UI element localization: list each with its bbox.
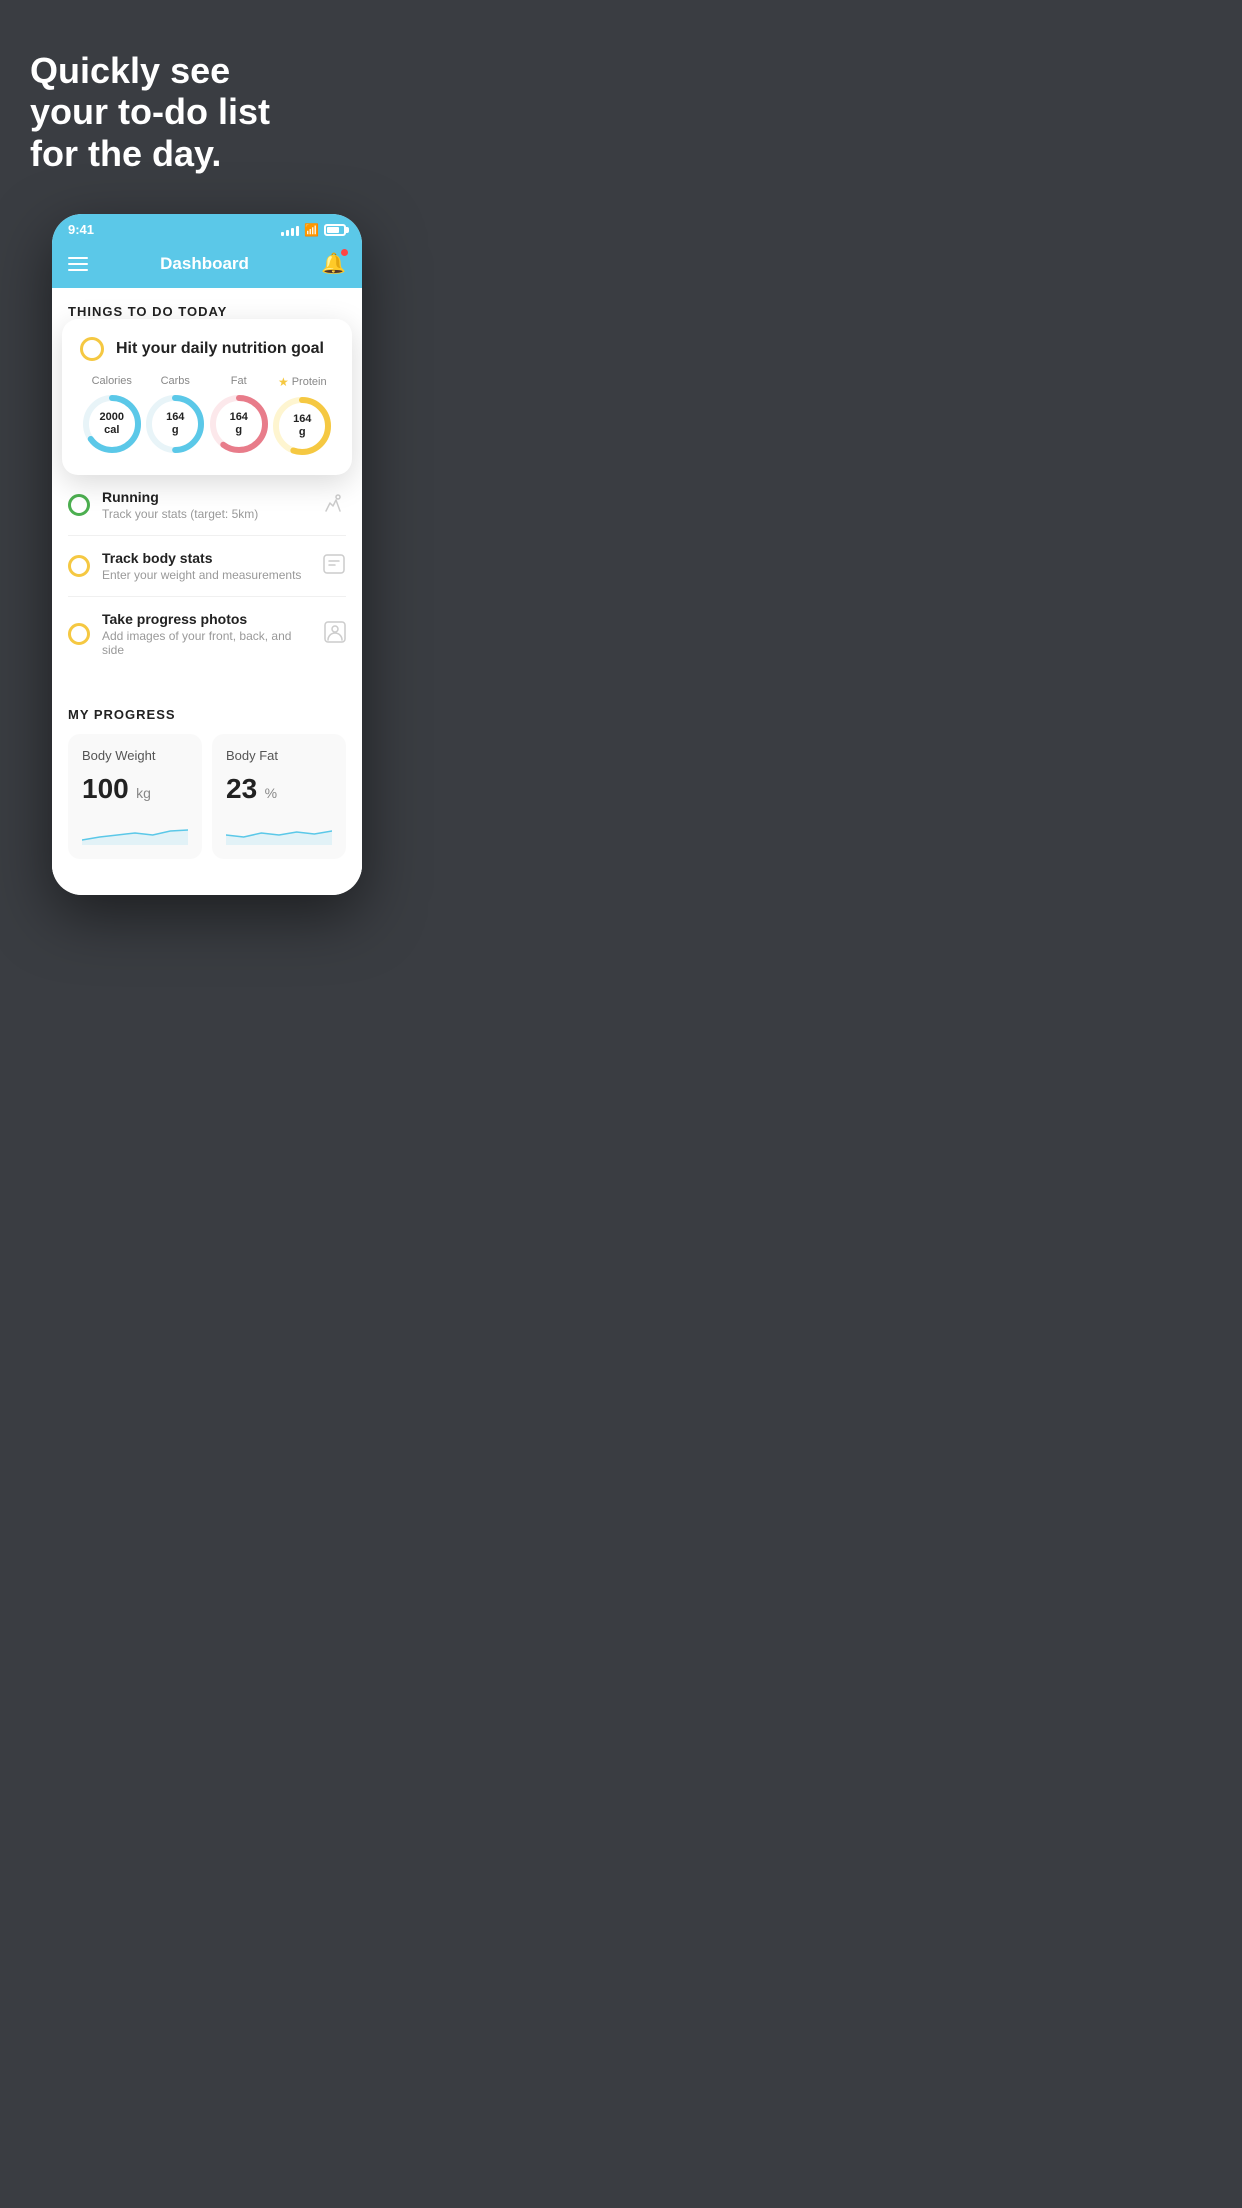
content-area: THINGS TO DO TODAY Hit your daily nutrit… <box>52 288 362 895</box>
running-radio <box>68 494 90 516</box>
status-icons: 📶 <box>281 223 346 237</box>
running-subtitle: Track your stats (target: 5km) <box>102 507 310 521</box>
phone-mockup: 9:41 📶 Dashboard 🔔 TH <box>52 214 362 895</box>
nav-bar: Dashboard 🔔 <box>52 241 362 288</box>
calories-value: 2000 cal <box>100 411 124 437</box>
wifi-icon: 📶 <box>304 223 319 237</box>
todo-photos[interactable]: Take progress photos Add images of your … <box>68 597 346 671</box>
battery-icon <box>324 224 346 236</box>
protein-donut: 164 g <box>271 395 333 457</box>
fat-label: Fat <box>231 375 247 387</box>
todo-list: Running Track your stats (target: 5km) T… <box>52 475 362 671</box>
todo-body-stats[interactable]: Track body stats Enter your weight and m… <box>68 536 346 597</box>
photos-subtitle: Add images of your front, back, and side <box>102 629 312 657</box>
body-weight-value: 100 kg <box>82 773 188 805</box>
status-bar: 9:41 📶 <box>52 214 362 241</box>
todo-running[interactable]: Running Track your stats (target: 5km) <box>68 475 346 536</box>
nav-title: Dashboard <box>160 254 249 274</box>
carbs-label: Carbs <box>161 375 190 387</box>
body-weight-title: Body Weight <box>82 748 188 763</box>
fat-donut: 164 g <box>208 393 270 455</box>
progress-section-title: MY PROGRESS <box>68 707 346 722</box>
nutrition-calories: Calories 2000 cal <box>81 375 143 455</box>
person-icon <box>324 621 346 648</box>
calories-donut: 2000 cal <box>81 393 143 455</box>
body-fat-title: Body Fat <box>226 748 332 763</box>
calories-label: Calories <box>92 375 132 387</box>
bell-icon[interactable]: 🔔 <box>321 251 346 276</box>
nutrition-radio[interactable] <box>80 337 104 361</box>
hamburger-menu[interactable] <box>68 257 88 271</box>
body-fat-chart <box>226 815 332 845</box>
body-stats-radio <box>68 555 90 577</box>
nutrition-card: Hit your daily nutrition goal Calories <box>62 319 352 475</box>
body-stats-text: Track body stats Enter your weight and m… <box>102 550 310 582</box>
nutrition-circles: Calories 2000 cal <box>80 375 334 457</box>
nutrition-fat: Fat 164 g <box>208 375 270 455</box>
progress-cards: Body Weight 100 kg Body Fat <box>68 734 346 859</box>
hero-section: Quickly see your to-do list for the day. <box>0 0 414 204</box>
fat-value: 164 g <box>230 411 248 437</box>
body-stats-subtitle: Enter your weight and measurements <box>102 568 310 582</box>
protein-label: ★ Protein <box>278 375 327 389</box>
running-title: Running <box>102 489 310 505</box>
body-weight-chart <box>82 815 188 845</box>
carbs-donut: 164 g <box>144 393 206 455</box>
body-fat-value: 23 % <box>226 773 332 805</box>
star-icon: ★ <box>278 375 289 389</box>
photos-radio <box>68 623 90 645</box>
nutrition-card-title: Hit your daily nutrition goal <box>116 340 324 358</box>
signal-icon <box>281 224 299 236</box>
hero-title: Quickly see your to-do list for the day. <box>30 50 384 174</box>
nutrition-carbs: Carbs 164 g <box>144 375 206 455</box>
carbs-value: 164 g <box>166 411 184 437</box>
photos-text: Take progress photos Add images of your … <box>102 611 312 657</box>
body-fat-card: Body Fat 23 % <box>212 734 346 859</box>
running-icon <box>322 493 346 518</box>
protein-value: 164 g <box>293 413 311 439</box>
scale-icon <box>322 553 346 580</box>
body-weight-card: Body Weight 100 kg <box>68 734 202 859</box>
card-header: Hit your daily nutrition goal <box>80 337 334 361</box>
running-text: Running Track your stats (target: 5km) <box>102 489 310 521</box>
status-time: 9:41 <box>68 222 94 237</box>
progress-section: MY PROGRESS Body Weight 100 kg <box>52 691 362 875</box>
photos-title: Take progress photos <box>102 611 312 627</box>
notification-dot <box>341 249 348 256</box>
body-stats-title: Track body stats <box>102 550 310 566</box>
nutrition-protein: ★ Protein 164 g <box>271 375 333 457</box>
